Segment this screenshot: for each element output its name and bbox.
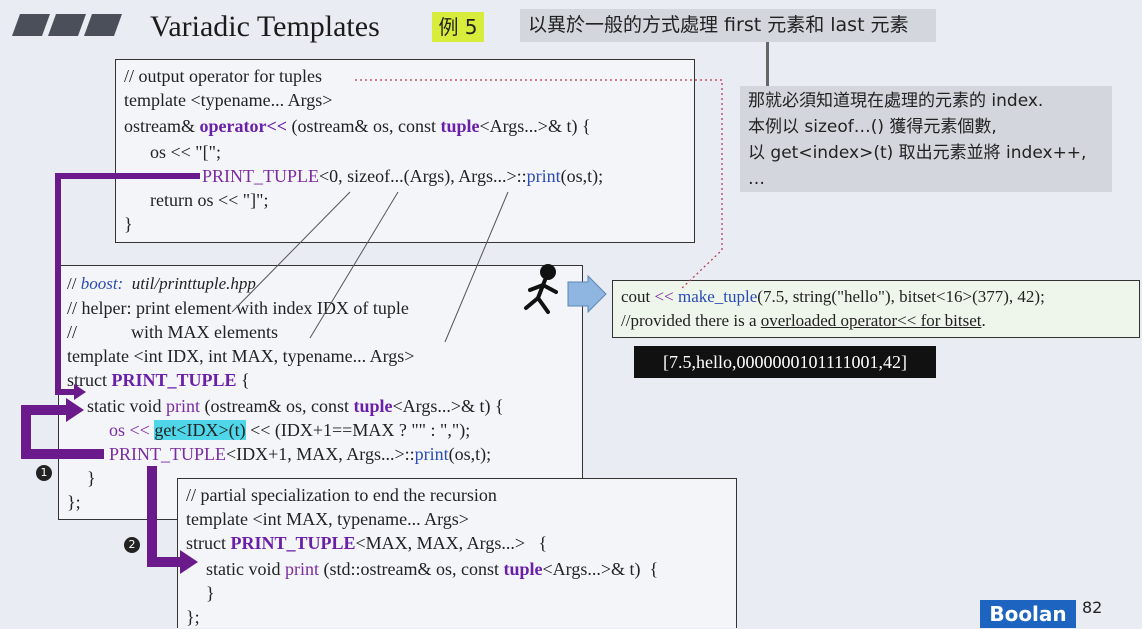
recursion-arrow-head: [66, 398, 84, 422]
runner-figure: [524, 264, 558, 314]
arrows-overlay: [21, 79, 723, 574]
recursion-arrow: [21, 405, 104, 459]
marker-1: 1: [36, 465, 52, 481]
call-arrow: [55, 173, 200, 395]
example-arrow: [567, 274, 607, 314]
end-recursion-arrow-head: [180, 550, 198, 574]
end-recursion-arrow: [147, 466, 184, 567]
marker-2: 2: [124, 537, 140, 553]
call-arrow-head: [74, 384, 86, 400]
boolan-logo: Boolan: [980, 600, 1076, 628]
page-number: 82: [1082, 598, 1103, 617]
